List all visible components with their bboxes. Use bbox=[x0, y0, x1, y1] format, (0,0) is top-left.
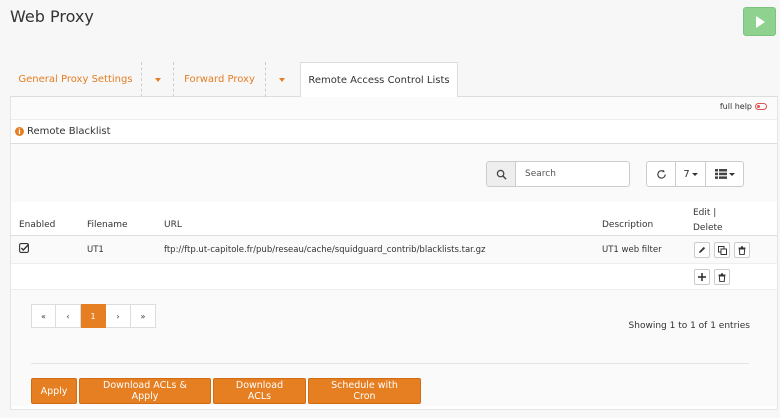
prev-page-button[interactable]: ‹ bbox=[56, 304, 81, 328]
content-panel: full help i Remote Blacklist 7 bbox=[10, 97, 778, 410]
description-cell: UT1 web filter bbox=[602, 245, 662, 255]
check-icon bbox=[19, 243, 30, 253]
column-filename[interactable]: Filename bbox=[87, 220, 128, 230]
section-header: i Remote Blacklist bbox=[11, 120, 777, 144]
table-row[interactable]: UT1 ftp://ftp.ut-capitole.fr/pub/reseau/… bbox=[11, 236, 777, 264]
tab-forward-proxy[interactable]: Forward Proxy bbox=[174, 62, 266, 97]
action-buttons: Apply Download ACLs & Apply Download ACL… bbox=[31, 378, 421, 404]
next-page-button[interactable]: › bbox=[106, 304, 131, 328]
pagination: « ‹ 1 › » bbox=[31, 304, 156, 328]
delete-selected-button[interactable] bbox=[714, 269, 730, 285]
first-page-button[interactable]: « bbox=[31, 304, 56, 328]
download-acls-button[interactable]: Download ACLs bbox=[213, 378, 306, 404]
tab-general-proxy-settings[interactable]: General Proxy Settings bbox=[10, 62, 142, 97]
divider bbox=[31, 363, 749, 364]
play-icon bbox=[756, 15, 765, 28]
play-button[interactable] bbox=[743, 7, 776, 36]
download-apply-button[interactable]: Download ACLs & Apply bbox=[79, 378, 211, 404]
column-description[interactable]: Description bbox=[602, 220, 653, 230]
column-edit-delete: Edit | Delete bbox=[693, 208, 723, 233]
trash-icon bbox=[718, 272, 726, 282]
plus-icon bbox=[698, 273, 706, 281]
trash-icon bbox=[738, 245, 746, 255]
url-cell: ftp://ftp.ut-capitole.fr/pub/reseau/cach… bbox=[164, 245, 486, 255]
help-row: full help bbox=[11, 97, 777, 120]
page-size-value: 7 bbox=[683, 168, 690, 180]
refresh-button[interactable] bbox=[646, 161, 676, 187]
chevron-down-icon bbox=[279, 77, 285, 82]
info-icon[interactable]: i bbox=[15, 127, 24, 136]
entries-summary: Showing 1 to 1 of 1 entries bbox=[628, 321, 750, 331]
tab-label: General Proxy Settings bbox=[18, 74, 133, 85]
chevron-down-icon bbox=[728, 172, 735, 176]
search-input[interactable] bbox=[516, 161, 630, 187]
enabled-checkbox[interactable] bbox=[19, 243, 30, 256]
copy-button[interactable] bbox=[714, 242, 730, 258]
section-title: Remote Blacklist bbox=[27, 126, 111, 137]
command-row bbox=[11, 264, 777, 290]
toggle-off-icon bbox=[755, 103, 767, 110]
schedule-cron-button[interactable]: Schedule with Cron bbox=[308, 378, 421, 404]
refresh-icon bbox=[656, 169, 666, 179]
chevron-down-icon bbox=[154, 77, 161, 82]
last-page-button[interactable]: » bbox=[131, 304, 156, 328]
tab-label: Remote Access Control Lists bbox=[308, 74, 450, 86]
full-help-toggle[interactable]: full help bbox=[720, 102, 767, 111]
edit-button[interactable] bbox=[694, 242, 710, 258]
column-enabled[interactable]: Enabled bbox=[19, 220, 55, 230]
copy-icon bbox=[717, 245, 727, 255]
delete-button[interactable] bbox=[734, 242, 750, 258]
full-help-label: full help bbox=[719, 102, 752, 111]
chevron-down-icon bbox=[691, 172, 698, 176]
tab-label: Forward Proxy bbox=[184, 74, 255, 85]
blacklist-grid: 7 Enabled Filename URL Description Edit … bbox=[11, 144, 777, 406]
columns-dropdown[interactable] bbox=[706, 161, 744, 187]
add-button[interactable] bbox=[694, 269, 710, 285]
column-url[interactable]: URL bbox=[164, 220, 182, 230]
tab-remote-acl[interactable]: Remote Access Control Lists bbox=[300, 62, 458, 98]
columns-icon bbox=[714, 169, 727, 179]
grid-toolbar: 7 bbox=[646, 161, 744, 187]
tab-general-dropdown[interactable] bbox=[142, 62, 174, 97]
tab-forward-dropdown[interactable] bbox=[266, 62, 298, 97]
page-header: Web Proxy bbox=[0, 0, 780, 50]
table-header: Enabled Filename URL Description Edit | … bbox=[11, 202, 777, 236]
search-group bbox=[486, 161, 630, 187]
apply-button[interactable]: Apply bbox=[31, 378, 77, 404]
tab-bar: General Proxy Settings Forward Proxy Rem… bbox=[10, 62, 778, 98]
search-icon bbox=[486, 161, 516, 187]
filename-cell: UT1 bbox=[87, 245, 104, 255]
page-size-dropdown[interactable]: 7 bbox=[676, 161, 706, 187]
page-title: Web Proxy bbox=[10, 7, 94, 26]
pencil-icon bbox=[699, 246, 706, 253]
page-1-button[interactable]: 1 bbox=[81, 304, 106, 328]
